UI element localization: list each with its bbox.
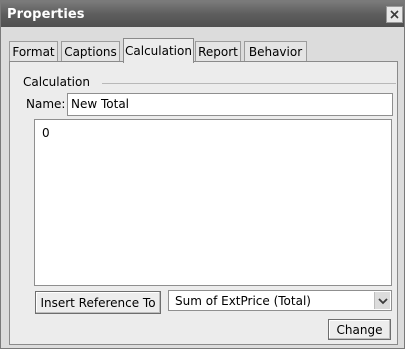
- tab-strip: Format Captions Calculation Report Behav…: [9, 38, 399, 63]
- window-title: Properties: [7, 6, 85, 22]
- title-bar[interactable]: Properties: [1, 1, 404, 27]
- chevron-down-icon: [377, 297, 388, 304]
- dropdown-arrow[interactable]: [374, 292, 390, 309]
- close-icon: [390, 10, 399, 19]
- name-field[interactable]: New Total: [67, 93, 393, 116]
- name-label: Name:: [26, 97, 66, 111]
- calculation-group-label: Calculation: [23, 75, 94, 89]
- insert-reference-button[interactable]: Insert Reference To: [35, 291, 161, 314]
- change-button[interactable]: Change: [328, 319, 391, 340]
- calculation-panel: Calculation Name: New Total 0 Insert Ref…: [9, 61, 398, 345]
- tab-calculation[interactable]: Calculation: [123, 38, 194, 63]
- expression-editor[interactable]: 0: [34, 119, 392, 286]
- properties-window: Properties Format Captions Calculation R…: [0, 0, 405, 349]
- reference-select[interactable]: Sum of ExtPrice (Total): [168, 290, 392, 311]
- tab-behavior[interactable]: Behavior: [244, 41, 307, 62]
- tab-format[interactable]: Format: [9, 41, 58, 62]
- group-divider: [102, 83, 396, 84]
- tab-captions[interactable]: Captions: [61, 41, 120, 62]
- tab-report[interactable]: Report: [195, 41, 241, 62]
- reference-select-value: Sum of ExtPrice (Total): [175, 293, 311, 308]
- close-button[interactable]: [386, 6, 403, 23]
